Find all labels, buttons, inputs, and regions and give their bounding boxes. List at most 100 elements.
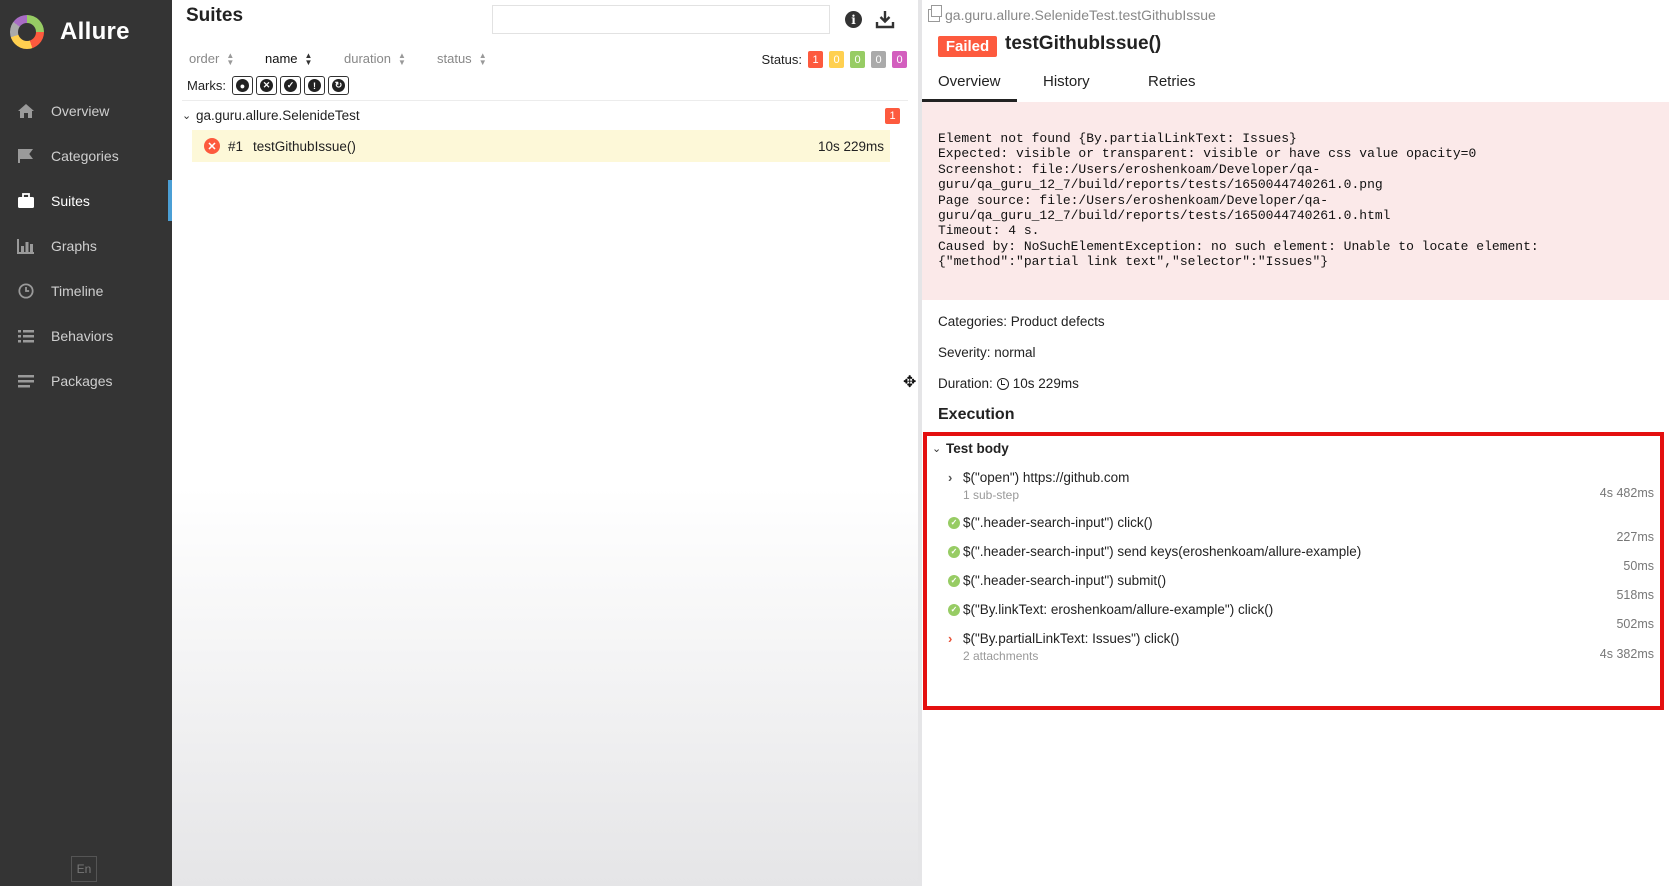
- detail-tabs: Overview History Retries: [922, 70, 1669, 102]
- test-row[interactable]: ✕ #1 testGithubIssue() 10s 229ms: [192, 130, 890, 162]
- mark-new-broken-button[interactable]: ✕: [256, 76, 277, 95]
- sidebar-item-timeline[interactable]: Timeline: [0, 268, 172, 313]
- brand-name: Allure: [60, 18, 130, 45]
- duration-label: Duration:: [938, 376, 993, 391]
- step-duration: 4s 382ms: [1599, 647, 1654, 661]
- lines-icon: [16, 372, 36, 390]
- sidebar-item-packages[interactable]: Packages: [0, 358, 172, 403]
- step-attachment-count: 2 attachments: [963, 649, 1039, 663]
- suite-group-name: ga.guru.allure.SelenideTest: [196, 107, 360, 123]
- sidebar: Allure Overview Categories Suites Graphs: [0, 0, 172, 886]
- bar-chart-icon: [16, 237, 36, 255]
- check-circle-icon: ✓: [284, 79, 297, 92]
- step-duration: 502ms: [1616, 617, 1654, 631]
- language-button[interactable]: En: [71, 856, 97, 882]
- step-row[interactable]: ✓ $("By.linkText: eroshenkoam/allure-exa…: [948, 602, 1656, 631]
- sidebar-item-overview[interactable]: Overview: [0, 88, 172, 133]
- mark-new-passed-button[interactable]: ✓: [280, 76, 301, 95]
- sidebar-item-label: Overview: [51, 102, 110, 119]
- sidebar-item-label: Suites: [51, 192, 90, 209]
- sort-duration[interactable]: duration ▲ ▼: [344, 51, 406, 66]
- info-icon[interactable]: i: [845, 11, 862, 28]
- step-name: $("By.linkText: eroshenkoam/allure-examp…: [963, 602, 1274, 617]
- copy-icon[interactable]: [928, 4, 942, 22]
- step-row[interactable]: › $("open") https://github.com 1 sub-ste…: [948, 470, 1656, 502]
- sort-name[interactable]: name ▲ ▼: [265, 51, 312, 66]
- step-duration: 4s 482ms: [1599, 486, 1654, 500]
- test-body-label: Test body: [946, 441, 1009, 456]
- mark-new-failed-button[interactable]: ●: [232, 76, 253, 95]
- error-message-box: Element not found {By.partialLinkText: I…: [922, 102, 1669, 300]
- duration-value: 10s 229ms: [1012, 376, 1079, 391]
- sidebar-item-label: Timeline: [51, 282, 104, 299]
- step-row[interactable]: ✓ $(".header-search-input") send keys(er…: [948, 544, 1656, 573]
- mark-flaky-button[interactable]: !: [304, 76, 325, 95]
- categories-info: Categories: Product defects: [938, 314, 1105, 329]
- suite-group-row[interactable]: ⌄ ga.guru.allure.SelenideTest 1: [182, 104, 910, 126]
- status-badge: Failed: [938, 36, 997, 57]
- duration-info: Duration: 10s 229ms: [938, 376, 1079, 391]
- sidebar-item-behaviors[interactable]: Behaviors: [0, 313, 172, 358]
- allure-logo-icon: [10, 15, 44, 49]
- test-number: #1: [228, 138, 244, 154]
- resize-cursor-icon: ✥: [903, 374, 917, 391]
- step-row[interactable]: ✓ $(".header-search-input") click() 227m…: [948, 515, 1656, 544]
- test-body-toggle[interactable]: ⌄ Test body: [932, 441, 1009, 456]
- chevron-down-icon: ⌄: [932, 443, 942, 455]
- step-row[interactable]: ✓ $(".header-search-input") submit() 518…: [948, 573, 1656, 602]
- step-name: $(".header-search-input") submit(): [963, 573, 1167, 588]
- sidebar-item-graphs[interactable]: Graphs: [0, 223, 172, 268]
- bomb-icon: ●: [236, 79, 249, 92]
- status-chip-skipped[interactable]: 0: [871, 51, 886, 68]
- step-duration: 518ms: [1616, 588, 1654, 602]
- failed-status-icon: ✕: [204, 138, 220, 154]
- brand[interactable]: Allure: [0, 0, 172, 64]
- sort-label: duration: [344, 51, 391, 66]
- search-input[interactable]: [492, 5, 830, 34]
- sidebar-item-label: Graphs: [51, 237, 97, 254]
- sort-status[interactable]: status ▲ ▼: [437, 51, 487, 66]
- marks-label: Marks:: [187, 78, 226, 93]
- sort-label: name: [265, 51, 298, 66]
- severity-info: Severity: normal: [938, 345, 1036, 360]
- status-filter: Status: 1 0 0 0 0: [762, 51, 907, 68]
- passed-check-icon: ✓: [948, 545, 960, 558]
- chevron-down-icon: ⌄: [182, 109, 192, 122]
- tab-overview[interactable]: Overview: [922, 70, 1017, 102]
- mark-retries-button[interactable]: ↻: [328, 76, 349, 95]
- clock-icon: [996, 377, 1009, 390]
- status-chip-broken[interactable]: 0: [829, 51, 844, 68]
- test-title: testGithubIssue(): [1005, 33, 1162, 54]
- execution-title: Execution: [938, 406, 1015, 423]
- sidebar-item-suites[interactable]: Suites: [0, 178, 172, 223]
- status-chip-passed[interactable]: 0: [850, 51, 865, 68]
- step-row[interactable]: › $("By.partialLinkText: Issues") click(…: [948, 631, 1656, 663]
- step-substep-count: 1 sub-step: [963, 488, 1020, 502]
- sort-arrows-icon: ▲ ▼: [478, 50, 487, 67]
- sidebar-item-label: Packages: [51, 372, 113, 389]
- sort-row: order ▲ ▼ name ▲ ▼ duration ▲ ▼ status ▲ ▼ S…: [187, 51, 907, 71]
- chevron-right-icon: ›: [948, 470, 953, 485]
- passed-check-icon: ✓: [948, 516, 960, 529]
- status-chip-unknown[interactable]: 0: [892, 51, 907, 68]
- test-full-name: ga.guru.allure.SelenideTest.testGithubIs…: [945, 7, 1216, 23]
- error-message: Element not found {By.partialLinkText: I…: [938, 131, 1539, 270]
- suite-group-failed-count: 1: [885, 108, 900, 124]
- exclamation-circle-icon: !: [308, 79, 321, 92]
- sort-order[interactable]: order ▲ ▼: [189, 51, 234, 66]
- download-icon[interactable]: [875, 9, 895, 29]
- refresh-icon: ↻: [332, 79, 345, 92]
- tab-retries[interactable]: Retries: [1132, 70, 1212, 102]
- test-name: testGithubIssue(): [253, 138, 356, 154]
- passed-check-icon: ✓: [948, 574, 960, 587]
- list-icon: [16, 327, 36, 345]
- test-duration: 10s 229ms: [817, 138, 884, 154]
- suites-panel: Suites i order ▲ ▼ name ▲ ▼ duration ▲ ▼ st…: [172, 0, 918, 886]
- home-icon: [16, 102, 36, 120]
- step-name: $(".header-search-input") click(): [963, 515, 1153, 530]
- sort-label: status: [437, 51, 472, 66]
- sort-arrows-icon: ▲ ▼: [226, 50, 235, 67]
- status-chip-failed[interactable]: 1: [808, 51, 823, 68]
- tab-history[interactable]: History: [1017, 70, 1132, 102]
- sidebar-item-categories[interactable]: Categories: [0, 133, 172, 178]
